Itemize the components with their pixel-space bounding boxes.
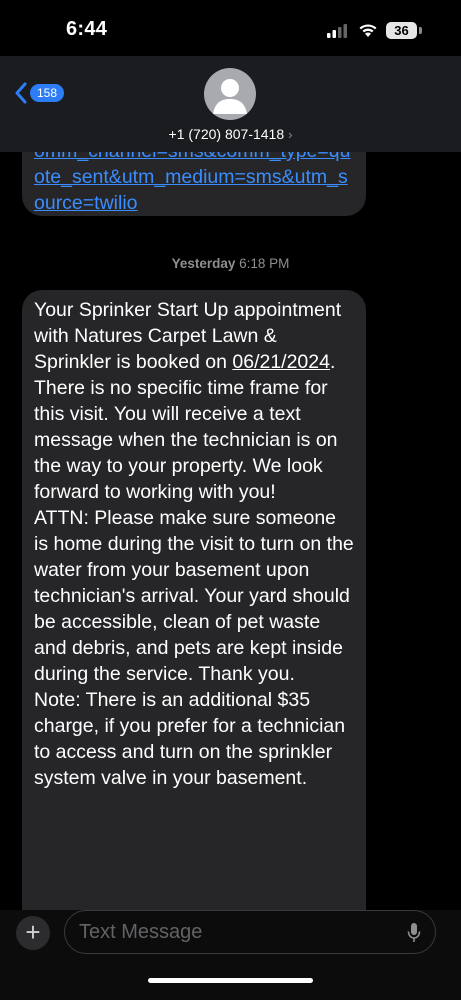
plus-icon[interactable]: + (16, 916, 50, 950)
message-link[interactable]: omm_channel=sms&comm_type=quote_sent&utm… (34, 152, 351, 214)
message-attn: ATTN: Please make sure someone is home d… (34, 507, 354, 685)
message-thread[interactable]: omm_channel=sms&comm_type=quote_sent&utm… (0, 152, 461, 910)
back-button[interactable]: 158 (14, 82, 65, 104)
contact-avatar[interactable] (204, 68, 256, 120)
battery-nub (419, 27, 422, 34)
message-input[interactable]: Text Message (64, 910, 436, 954)
microphone-icon[interactable] (407, 922, 421, 944)
status-bar: 6:44 36 (0, 0, 461, 56)
person-icon (213, 79, 247, 114)
previous-message-bubble: omm_channel=sms&comm_type=quote_sent&utm… (22, 152, 366, 216)
contact-number: +1 (720) 807-1418 (168, 126, 285, 142)
battery-icon: 36 (386, 22, 417, 39)
chevron-left-icon (15, 82, 27, 104)
unread-count-badge: 158 (30, 84, 65, 102)
status-time: 6:44 (66, 18, 108, 40)
conversation-header: 158 +1 (720) 807-1418 › (0, 56, 461, 152)
wifi-icon (359, 24, 377, 37)
message-input-placeholder: Text Message (79, 921, 203, 943)
message-timestamp: Yesterday 6:18 PM (0, 256, 461, 271)
compose-bar: + Text Message (0, 910, 461, 1000)
date-link[interactable]: 06/21/2024 (232, 351, 330, 373)
incoming-message-bubble: Your Sprinker Start Up appointment with … (22, 290, 366, 910)
cellular-signal-icon (327, 24, 347, 38)
contact-name[interactable]: +1 (720) 807-1418 › (0, 126, 461, 142)
home-indicator[interactable] (148, 978, 313, 983)
timestamp-day: Yesterday (171, 256, 236, 271)
message-note: Note: There is an additional $35 charge,… (34, 689, 346, 789)
timestamp-time: 6:18 PM (239, 256, 290, 271)
chevron-right-icon: › (288, 127, 293, 142)
message-text-part2: . There is no specific time frame for th… (34, 351, 338, 503)
